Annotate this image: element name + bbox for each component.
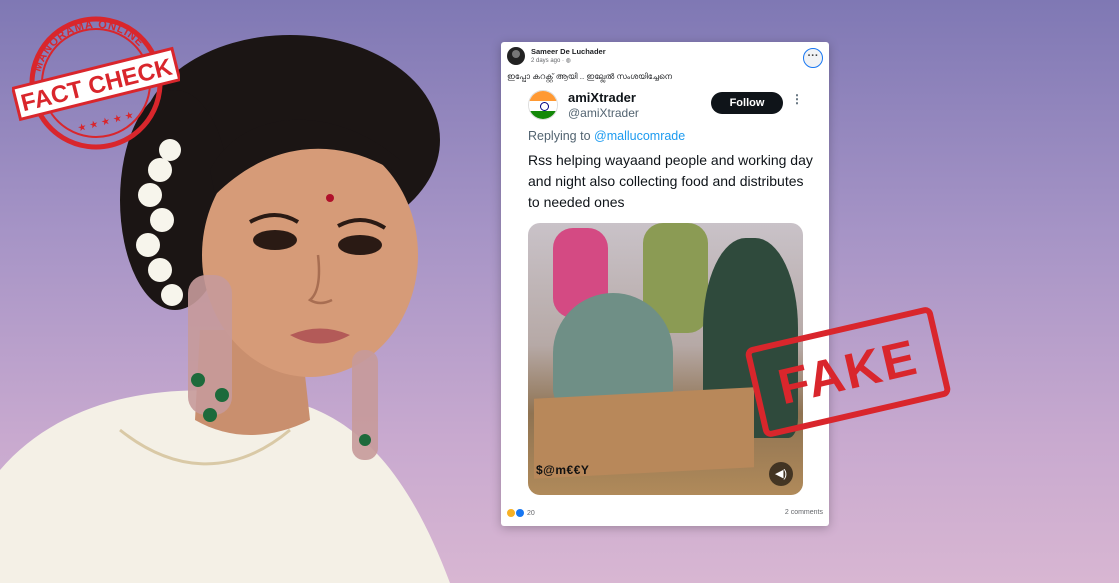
replying-to-prefix: Replying to [528,129,595,143]
fact-check-stamp: MANORAMA ONLINE FACT CHECK ★ ★ ★ ★ ★ [12,14,180,150]
haha-reaction-icon [507,509,515,517]
india-flag-avatar [528,90,558,120]
author-avatar[interactable] [507,47,525,65]
post-footer: 20 2 comments [501,504,829,526]
stamp-stars: ★ ★ ★ ★ ★ [77,110,136,135]
post-time: 2 days ago · [531,58,566,64]
comments-count[interactable]: 2 comments [785,509,823,516]
post-more-button[interactable]: ··· [803,48,823,68]
post-caption: ഇപ്പോ കറക്റ്റ് ആയി .. ഇല്ലേൽ സംശയിച്ചേനെ [507,72,673,81]
fake-label: FAKE [772,328,924,416]
video-watermark: $@m€€Y [536,463,590,477]
post-header: Sameer De Luchader 2 days ago · ◍ ··· ഇപ… [501,42,829,86]
reactions-count: 20 [526,509,535,517]
tweet-more-icon: ⋮ [791,92,803,106]
follow-button: Follow [711,92,783,114]
reactions[interactable]: 20 [507,509,535,517]
tweet-text: Rss helping wayaand people and working d… [528,152,813,210]
tweet-author-handle: @amiXtrader [568,106,639,120]
reply-mention: @mallucomrade [594,129,686,143]
speaker-icon: ◀) [769,462,793,486]
tweet-author-name: amiXtrader [568,90,636,105]
author-name[interactable]: Sameer De Luchader [531,47,606,56]
like-reaction-icon [516,509,524,517]
globe-icon: ◍ [565,58,571,64]
post-card: Sameer De Luchader 2 days ago · ◍ ··· ഇപ… [501,42,829,526]
replying-to: Replying to @mallucomrade [528,129,685,143]
embedded-tweet-image: amiXtrader @amiXtrader Follow ⋮ Replying… [501,86,829,504]
post-meta: 2 days ago · ◍ [531,57,571,64]
ellipsis-icon: ··· [807,50,819,62]
